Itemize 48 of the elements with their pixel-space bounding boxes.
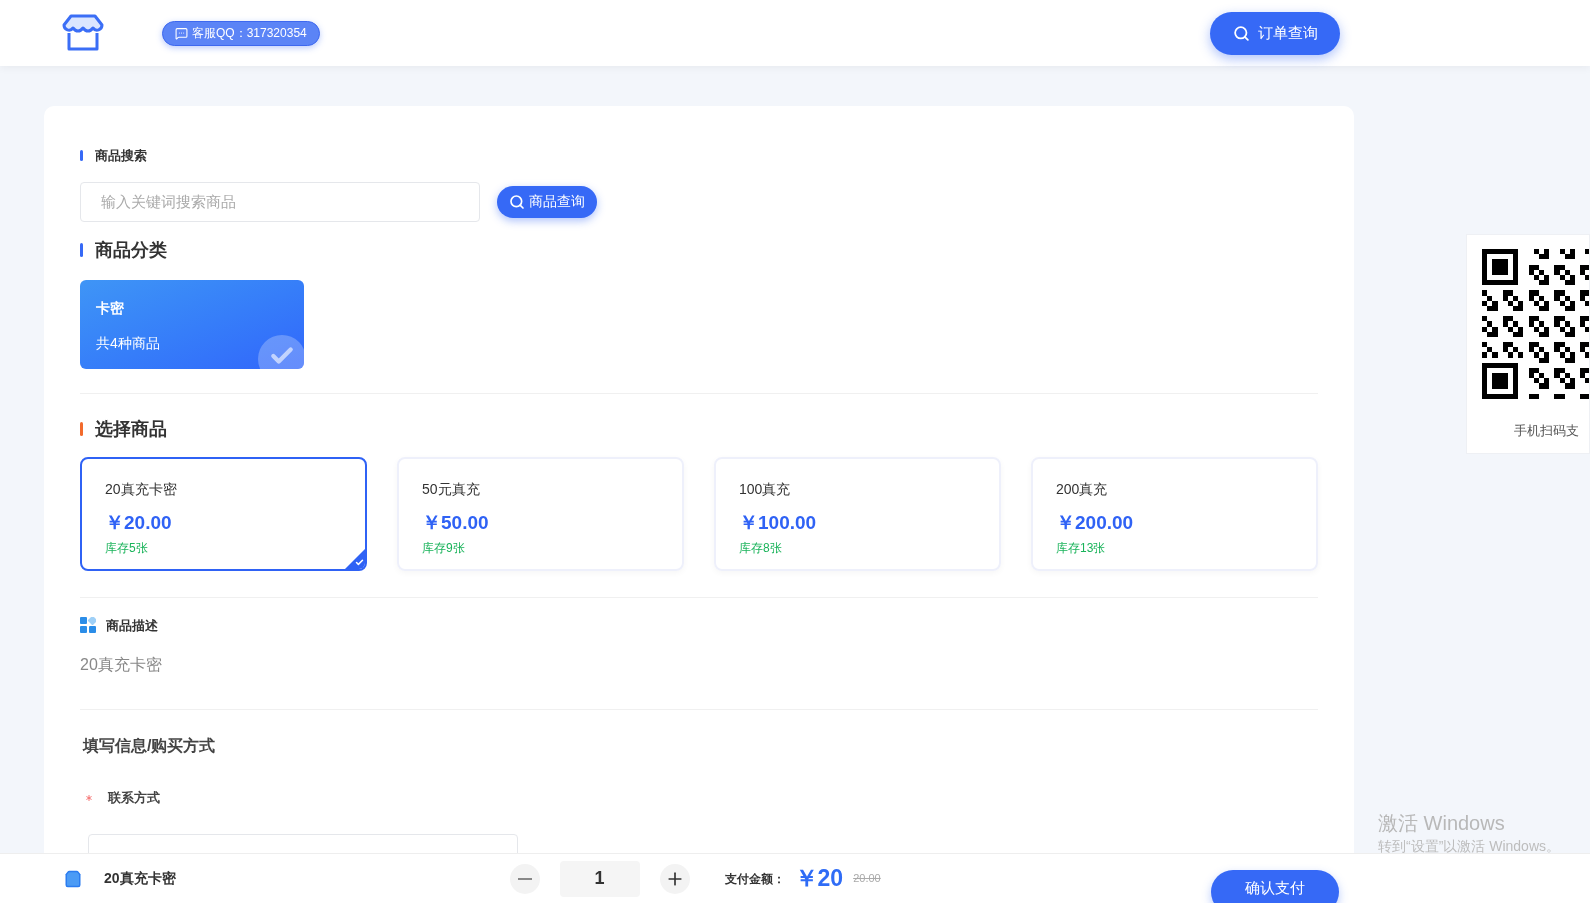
product-card[interactable]: 200真充 ￥200.00 库存13张 (1031, 456, 1318, 571)
quantity-field[interactable]: 1 (559, 860, 640, 897)
section-title: 商品搜索 (95, 147, 147, 165)
product-card[interactable]: 50元真充 ￥50.00 库存9张 (397, 456, 684, 571)
pay-button[interactable]: 确认支付 (1210, 869, 1339, 903)
section-title: 商品分类 (95, 238, 167, 262)
product-name: 50元真充 (422, 479, 481, 499)
description-text: 20真充卡密 (80, 655, 163, 675)
product-price: ￥20.00 (105, 510, 173, 535)
decrease-button[interactable] (509, 863, 540, 894)
grid-icon (80, 617, 96, 634)
stock-count: 库存9张 (422, 540, 466, 557)
stock-count: 库存8张 (739, 540, 783, 557)
total-price: ￥20 (794, 864, 844, 894)
notice-text: 转到“设置”以激活 Windows。 (1378, 839, 1560, 853)
original-price: 20.00 (853, 871, 881, 887)
product-name: 100真充 (739, 479, 792, 499)
section-title: 选择商品 (95, 417, 167, 441)
chat-icon (175, 26, 188, 40)
selected-product: 20真充卡密 (104, 869, 176, 888)
field-label: 联系方式 (108, 789, 160, 807)
search-icon (1232, 24, 1250, 42)
product-name: 200真充 (1056, 479, 1109, 499)
order-query-button[interactable]: 订单查询 (1210, 11, 1340, 55)
product-name: 20真充卡密 (105, 479, 178, 499)
category-count: 共4种商品 (96, 333, 161, 353)
qr-caption: 手机扫码支 (1514, 422, 1580, 440)
stock-count: 库存5张 (105, 540, 149, 557)
section-title: 商品描述 (106, 616, 158, 635)
search-field[interactable]: 输入关键词搜索商品 (80, 181, 480, 222)
notice-title: 激活 Windows (1378, 813, 1505, 833)
product-price: ￥100.00 (739, 510, 818, 535)
check-icon (345, 548, 365, 569)
total-label: 支付金额： (724, 870, 785, 888)
product-price: ￥50.00 (422, 510, 490, 535)
minus-icon (517, 877, 532, 880)
category-card[interactable]: 卡密 共4种商品 (80, 279, 304, 369)
product-search-button[interactable]: 商品查询 (497, 185, 597, 218)
form-title: 填写信息/购买方式 (83, 736, 217, 756)
product-card[interactable]: 20真充卡密 ￥20.00 库存5张 (80, 456, 367, 571)
category-name: 卡密 (96, 298, 125, 318)
search-icon (509, 193, 525, 210)
store-logo-icon (61, 13, 105, 53)
bag-icon (64, 869, 82, 888)
product-card[interactable]: 100真充 ￥100.00 库存8张 (714, 456, 1001, 571)
stock-count: 库存13张 (1056, 540, 1107, 557)
increase-button[interactable] (659, 863, 690, 894)
product-price: ￥200.00 (1056, 510, 1135, 535)
